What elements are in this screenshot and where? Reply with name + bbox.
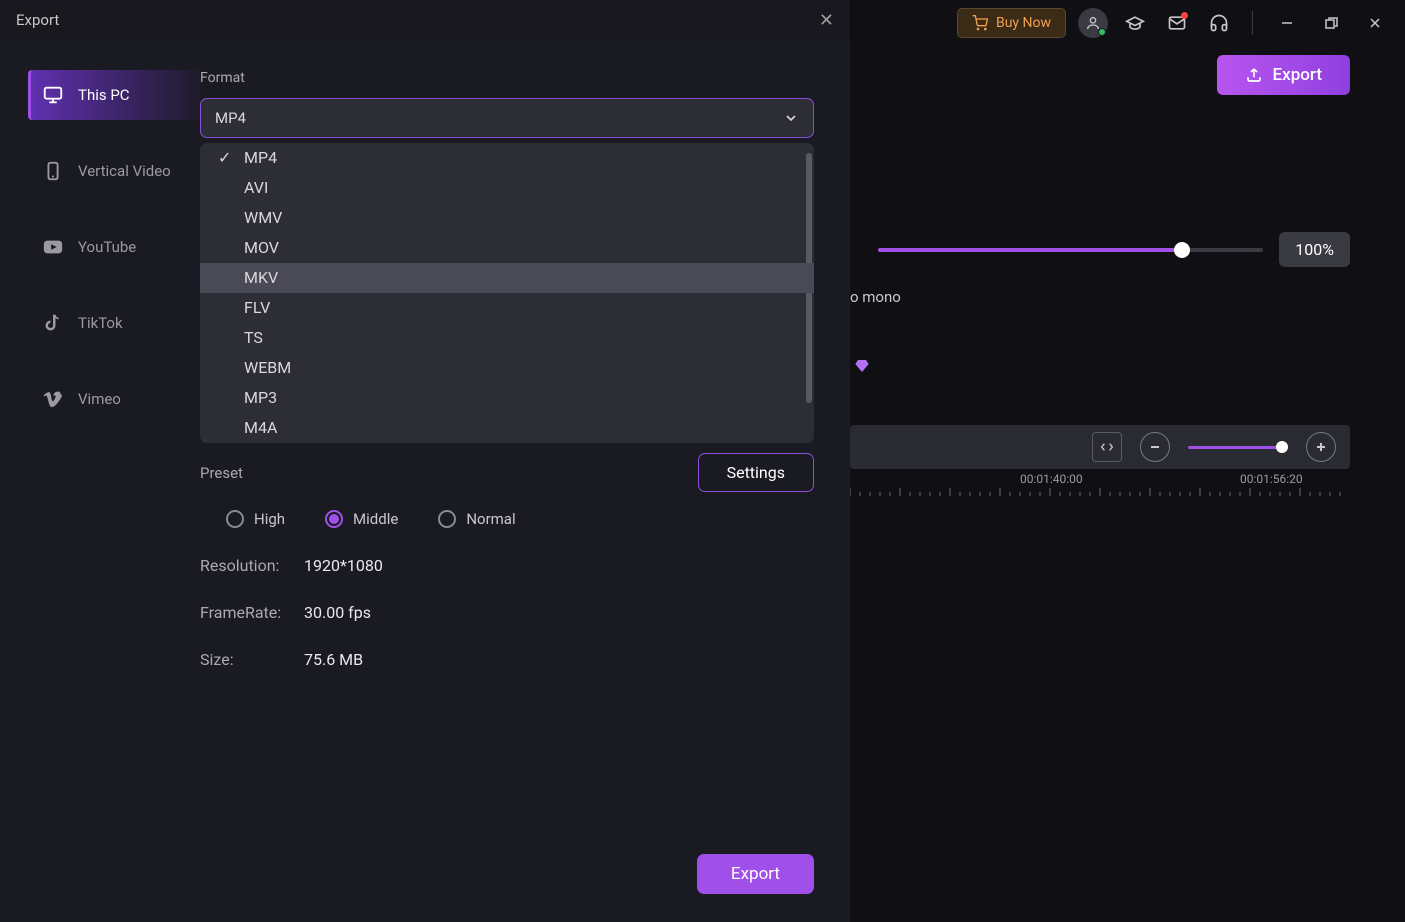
phone-icon bbox=[42, 160, 64, 182]
preset-radio-middle[interactable]: Middle bbox=[325, 510, 398, 528]
ruler-time-2: 00:01:56:20 bbox=[1240, 472, 1303, 486]
framerate-value: 30.00 fps bbox=[304, 603, 371, 622]
sidebar-item-label: TikTok bbox=[78, 314, 123, 332]
fit-icon[interactable] bbox=[1092, 432, 1122, 462]
quality-slider[interactable] bbox=[878, 248, 1263, 252]
export-sidebar: This PC Vertical Video YouTube TikTok bbox=[0, 40, 200, 922]
radio-label: Normal bbox=[466, 510, 515, 528]
close-button[interactable] bbox=[1359, 7, 1391, 39]
status-dot bbox=[1098, 28, 1106, 36]
export-top-button[interactable]: Export bbox=[1217, 55, 1350, 95]
format-option-flv[interactable]: FLV bbox=[200, 293, 814, 323]
format-option-wmv[interactable]: WMV bbox=[200, 203, 814, 233]
support-icon[interactable] bbox=[1204, 8, 1234, 38]
size-label: Size: bbox=[200, 650, 304, 669]
zoom-slider-thumb[interactable] bbox=[1276, 441, 1288, 453]
vimeo-icon bbox=[42, 388, 64, 410]
toolbar-divider bbox=[1252, 11, 1253, 35]
mono-text-fragment: o mono bbox=[850, 288, 901, 306]
zoom-out-icon[interactable] bbox=[1140, 432, 1170, 462]
radio-dot bbox=[226, 510, 244, 528]
sidebar-item-vertical-video[interactable]: Vertical Video bbox=[28, 146, 200, 196]
sidebar-item-vimeo[interactable]: Vimeo bbox=[28, 374, 200, 424]
ruler-time-1: 00:01:40:00 bbox=[1020, 472, 1083, 486]
zoom-slider[interactable] bbox=[1188, 446, 1288, 449]
quality-badge: 100% bbox=[1279, 232, 1350, 267]
modal-close-icon[interactable]: ✕ bbox=[819, 10, 834, 31]
buy-now-label: Buy Now bbox=[996, 15, 1051, 31]
sidebar-item-tiktok[interactable]: TikTok bbox=[28, 298, 200, 348]
format-selected-value: MP4 bbox=[215, 109, 246, 127]
sidebar-item-youtube[interactable]: YouTube bbox=[28, 222, 200, 272]
export-content: Format MP4 MP4AVIWMVMOVMKVFLVTSWEBMMP3M4… bbox=[200, 40, 850, 922]
export-bottom-button[interactable]: Export bbox=[697, 854, 814, 894]
mail-icon[interactable] bbox=[1162, 8, 1192, 38]
ruler-marks bbox=[850, 488, 1350, 498]
settings-button[interactable]: Settings bbox=[698, 453, 814, 492]
radio-label: Middle bbox=[353, 510, 398, 528]
export-modal: Export ✕ This PC Vertical Video YouTube bbox=[0, 0, 850, 922]
radio-dot bbox=[438, 510, 456, 528]
timeline-toolbar bbox=[850, 425, 1350, 469]
cart-icon bbox=[972, 15, 988, 31]
quality-slider-thumb[interactable] bbox=[1174, 242, 1190, 258]
format-option-ts[interactable]: TS bbox=[200, 323, 814, 353]
account-icon[interactable] bbox=[1078, 8, 1108, 38]
diamond-icon bbox=[854, 358, 870, 374]
preset-label: Preset bbox=[200, 464, 300, 482]
resolution-label: Resolution: bbox=[200, 556, 304, 575]
format-option-avi[interactable]: AVI bbox=[200, 173, 814, 203]
format-option-webm[interactable]: WEBM bbox=[200, 353, 814, 383]
zoom-in-icon[interactable] bbox=[1306, 432, 1336, 462]
sidebar-item-label: This PC bbox=[78, 86, 130, 104]
quality-slider-row: 100% bbox=[878, 232, 1350, 267]
sidebar-item-label: YouTube bbox=[78, 238, 136, 256]
format-dropdown: MP4AVIWMVMOVMKVFLVTSWEBMMP3M4A bbox=[200, 143, 814, 443]
youtube-icon bbox=[42, 236, 64, 258]
sidebar-item-label: Vimeo bbox=[78, 390, 121, 408]
upload-icon bbox=[1245, 66, 1263, 84]
modal-title: Export bbox=[16, 11, 59, 29]
modal-header: Export ✕ bbox=[0, 0, 850, 40]
tiktok-icon bbox=[42, 312, 64, 334]
academy-icon[interactable] bbox=[1120, 8, 1150, 38]
format-option-m4a[interactable]: M4A bbox=[200, 413, 814, 443]
sidebar-item-label: Vertical Video bbox=[78, 162, 171, 180]
timeline-ruler: 00:01:40:00 00:01:56:20 bbox=[850, 472, 1350, 502]
minimize-button[interactable] bbox=[1271, 7, 1303, 39]
app-toolbar: Buy Now bbox=[943, 0, 1405, 45]
framerate-label: FrameRate: bbox=[200, 603, 304, 622]
radio-dot bbox=[325, 510, 343, 528]
format-option-mkv[interactable]: MKV bbox=[200, 263, 814, 293]
preset-radio-normal[interactable]: Normal bbox=[438, 510, 515, 528]
format-option-mov[interactable]: MOV bbox=[200, 233, 814, 263]
format-option-mp4[interactable]: MP4 bbox=[200, 143, 814, 173]
resolution-value: 1920*1080 bbox=[304, 556, 383, 575]
radio-label: High bbox=[254, 510, 285, 528]
format-label: Format bbox=[200, 70, 814, 86]
buy-now-button[interactable]: Buy Now bbox=[957, 8, 1066, 38]
preset-radio-high[interactable]: High bbox=[226, 510, 285, 528]
export-top-label: Export bbox=[1273, 65, 1322, 85]
format-select[interactable]: MP4 bbox=[200, 98, 814, 138]
size-value: 75.6 MB bbox=[304, 650, 363, 669]
monitor-icon bbox=[42, 84, 64, 106]
format-option-mp3[interactable]: MP3 bbox=[200, 383, 814, 413]
preset-radio-group: High Middle Normal bbox=[226, 510, 814, 528]
notification-dot bbox=[1181, 12, 1188, 19]
maximize-button[interactable] bbox=[1315, 7, 1347, 39]
chevron-down-icon bbox=[783, 110, 799, 126]
sidebar-item-this-pc[interactable]: This PC bbox=[28, 70, 200, 120]
